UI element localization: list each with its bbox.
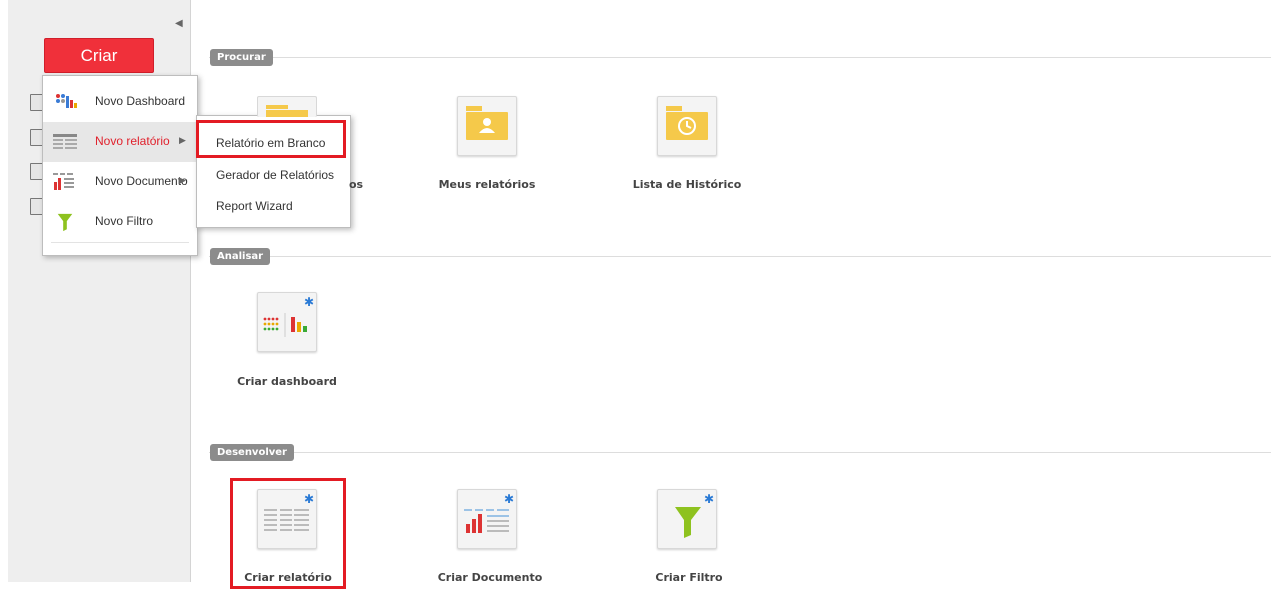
highlight-box [230,478,346,589]
chevron-right-icon: ▶ [179,175,186,185]
report-icon [53,134,77,149]
menu-item-new-report[interactable]: Novo relatório ▶ [43,122,197,162]
submenu-item-report-wizard[interactable]: Report Wizard [197,191,350,221]
filter-icon [57,213,73,232]
history-folder-icon [666,106,708,140]
menu-item-label: Novo Documento [95,174,188,188]
tile-create-filter[interactable]: ✱ [657,489,717,549]
menu-item-new-filter[interactable]: Novo Filtro [43,202,197,242]
svg-text:✱: ✱ [704,492,714,506]
tile-history-list[interactable] [657,96,717,156]
tile-create-document[interactable]: ✱ [457,489,517,549]
menu-item-new-document[interactable]: Novo Documento ▶ [43,162,197,202]
tile-label-history-list: Lista de Histórico [632,178,742,191]
section-title-analyze: Analisar [210,248,271,265]
section-title-browse: Procurar [210,49,273,66]
section-title-develop: Desenvolver [210,444,294,461]
create-menu: Novo Dashboard Novo relatório ▶ Novo Doc… [42,75,198,256]
section-divider [209,256,1271,257]
folder-icon [266,105,308,117]
menu-divider [51,242,189,243]
menu-item-label: Novo Dashboard [95,94,186,108]
triangle-left-icon[interactable]: ◀ [175,18,183,29]
svg-text:✱: ✱ [304,295,314,309]
create-dashboard-icon: ✱ [263,295,314,337]
create-button[interactable]: Criar [44,38,154,73]
submenu-item-report-builder[interactable]: Gerador de Relatórios [197,160,350,190]
create-filter-icon: ✱ [675,492,714,538]
tile-label-create-dashboard: Criar dashboard [237,375,337,388]
folder-tile-partial[interactable] [257,96,317,117]
tile-label-create-document: Criar Documento [437,571,543,584]
menu-item-label: Novo relatório [95,134,170,148]
tile-label-create-filter: Criar Filtro [655,571,723,584]
highlight-box [196,120,346,158]
menu-item-new-dashboard[interactable]: Novo Dashboard [43,82,197,122]
section-divider [209,452,1271,453]
user-folder-icon [466,106,508,140]
tile-create-dashboard[interactable]: ✱ [257,292,317,352]
chevron-right-icon: ▶ [179,135,186,145]
section-divider [209,57,1271,58]
dashboard-icon [56,94,77,108]
svg-text:✱: ✱ [504,492,514,506]
create-document-icon: ✱ [464,492,514,533]
tile-label: os [349,178,364,191]
menu-item-label: Novo Filtro [95,214,154,228]
tile-my-reports[interactable] [457,96,517,156]
tile-label-my-reports: Meus relatórios [438,178,536,191]
document-icon [53,173,74,190]
